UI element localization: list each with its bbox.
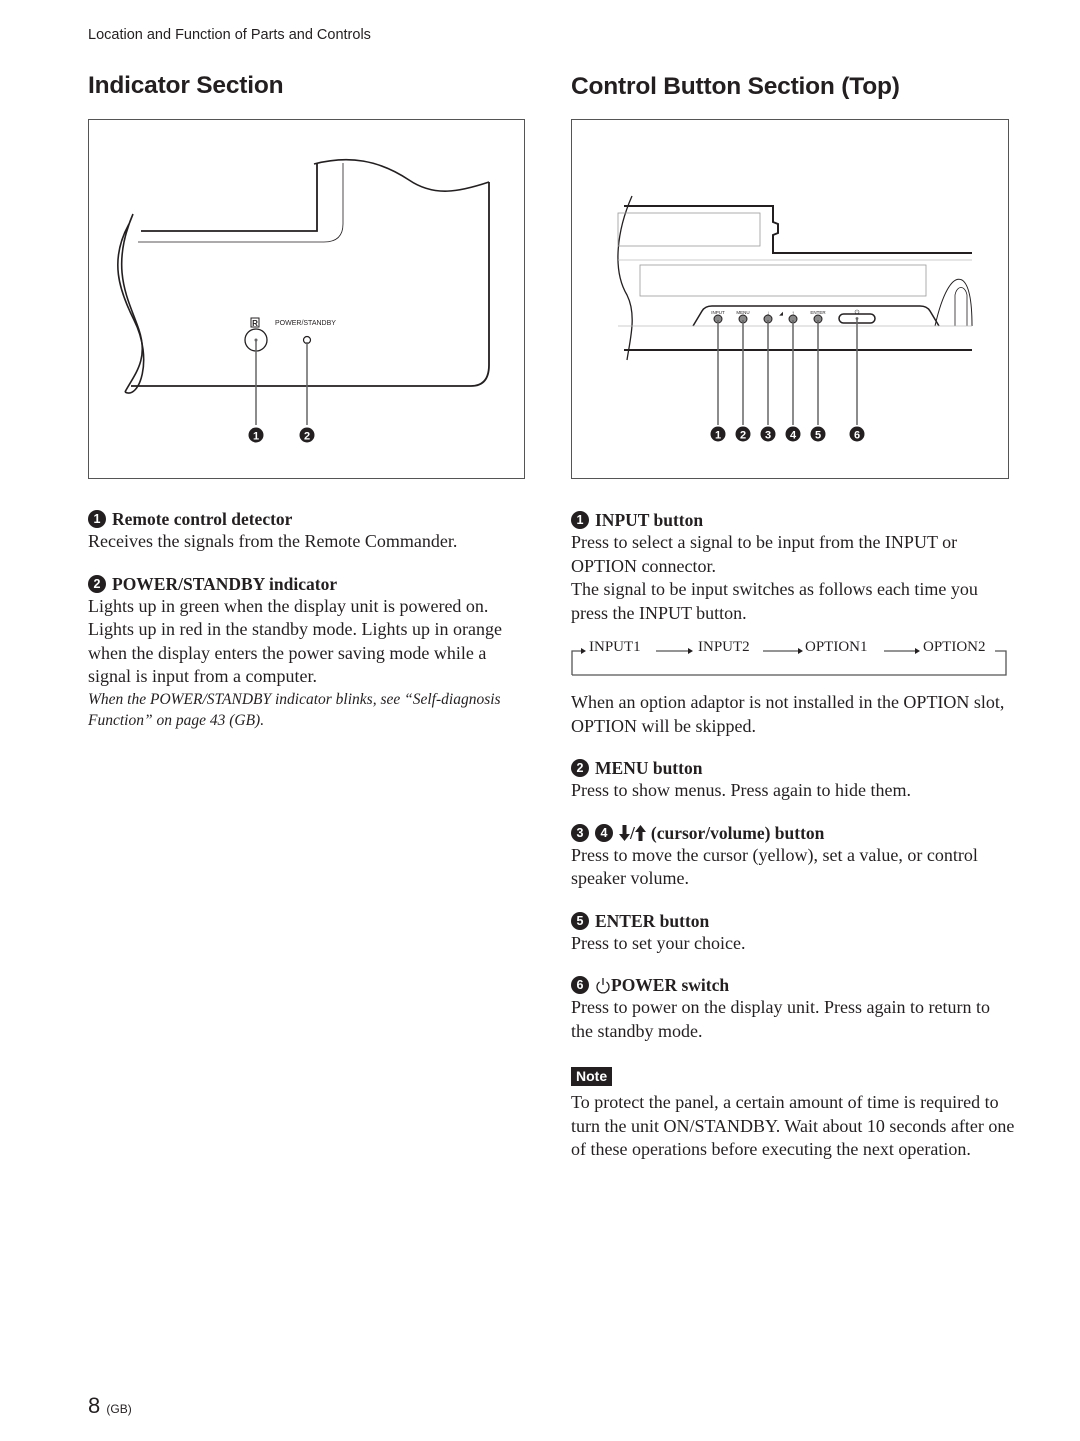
item-power-standby-indicator: 2 POWER/STANDBY indicator Lights up in g… [88, 573, 528, 731]
cycle-return-line [571, 650, 581, 675]
number-badge-icon: 6 [571, 976, 589, 994]
callout-6-label: 6 [854, 430, 860, 442]
item-note-link[interactable]: When the POWER/STANDBY indicator blinks,… [88, 689, 528, 731]
remote-symbol-icon: R [252, 319, 258, 328]
number-badge-icon: 1 [571, 511, 589, 529]
page-region: (GB) [106, 1402, 132, 1416]
item-title: POWER/STANDBY indicator [112, 573, 338, 594]
cycle-arrowhead-icon [581, 648, 586, 654]
item-heading: 3 4 / (cursor/volume) button [571, 822, 1016, 844]
flow-arrowhead-2-icon [798, 648, 803, 654]
up-arrow-icon [634, 824, 646, 841]
panel-wavy-left-edge [617, 195, 633, 361]
panel-display-strip [639, 264, 927, 297]
body-wavy-top-edge [313, 158, 490, 192]
item-cursor-volume-button: 3 4 / (cursor/volume) button Press to mo… [571, 822, 1016, 891]
item-input-button: 1 INPUT button Press to select a signal … [571, 509, 1016, 738]
item-title: ENTER button [595, 910, 710, 931]
note-block: Note To protect the panel, a certain amo… [571, 1067, 1016, 1162]
number-badge-icon: 2 [571, 759, 589, 777]
item-description: Receives the signals from the Remote Com… [88, 531, 458, 551]
running-head: Location and Function of Parts and Contr… [88, 27, 371, 43]
indicator-items: 1 Remote control detector Receives the s… [88, 508, 528, 750]
input-figure-label: INPUT [711, 310, 725, 315]
power-icon [596, 977, 610, 993]
item-power-switch: 6 POWER switch Press to power on the dis… [571, 974, 1016, 1043]
item-description-3: When an option adaptor is not installed … [571, 692, 1005, 736]
callout-1-label: 1 [715, 430, 721, 442]
power-standby-figure-label: POWER/STANDBY [275, 320, 336, 327]
item-description: Press to move the cursor (yellow), set a… [571, 844, 978, 889]
item-heading: 6 POWER switch [571, 974, 1016, 996]
item-heading: 2 POWER/STANDBY indicator [88, 573, 528, 595]
flow-step-option1: OPTION1 [805, 639, 868, 655]
callout-2-label: 2 [304, 431, 310, 443]
control-button-items: 1 INPUT button Press to select a signal … [571, 509, 1016, 1162]
indicator-section-figure: R POWER/STANDBY 1 2 [88, 119, 525, 479]
flow-arrowhead-3-icon [915, 648, 920, 654]
item-description: Press to set your choice. [571, 932, 746, 953]
item-enter-button: 5 ENTER button Press to set your choice. [571, 910, 1016, 956]
item-title: Remote control detector [112, 509, 293, 529]
flow-step-input2: INPUT2 [698, 639, 750, 655]
number-badge-icon: 2 [88, 574, 106, 593]
speaker-inner-shape [954, 287, 968, 326]
indicator-diagram: R POWER/STANDBY 1 2 [117, 158, 490, 443]
note-text: To protect the panel, a certain amount o… [571, 1092, 1015, 1159]
callout-2-label: 2 [740, 430, 746, 442]
menu-figure-label: MENU [736, 310, 749, 315]
note-badge: Note [571, 1067, 613, 1086]
body-bottom-right-edge [131, 182, 490, 387]
callout-5-label: 5 [815, 430, 821, 442]
item-description: Press to select a signal to be input fro… [571, 532, 958, 576]
item-heading: 1 Remote control detector [88, 508, 528, 530]
number-badge-icon: 1 [88, 510, 106, 528]
item-title: (cursor/volume) button [650, 822, 825, 843]
body-top-edge [141, 163, 318, 232]
item-description: Press to power on the display unit. Pres… [571, 997, 990, 1041]
body-wavy-left-outline [120, 213, 144, 393]
volume-figure-icon: ◢ [779, 311, 783, 317]
item-description: Press to show menus. Press again to hide… [571, 780, 911, 800]
number-badge-icon: 5 [571, 911, 589, 930]
flow-step-option2: OPTION2 [923, 639, 986, 655]
flow-arrowhead-1-icon [688, 648, 693, 654]
page-number-value: 8 [88, 1393, 101, 1418]
control-panel-diagram: INPUT MENU ↓ ◢ ↑ ENTER ⏻ 1 2 3 4 5 6 [617, 195, 973, 442]
down-arrow-icon [619, 824, 630, 841]
indicator-section-title: Indicator Section [88, 72, 284, 99]
number-badge-icon: 4 [595, 823, 613, 842]
control-button-section-title: Control Button Section (Top) [571, 73, 900, 100]
item-title: MENU button [595, 758, 703, 778]
enter-figure-label: ENTER [810, 310, 826, 315]
callout-1-label: 1 [253, 431, 259, 443]
item-title: INPUT button [595, 510, 704, 530]
item-remote-control-detector: 1 Remote control detector Receives the s… [88, 508, 528, 554]
number-badge-icon: 3 [571, 823, 589, 842]
item-menu-button: 2 MENU button Press to show menus. Press… [571, 757, 1016, 803]
control-button-section-figure: INPUT MENU ↓ ◢ ↑ ENTER ⏻ 1 2 3 4 5 6 [571, 119, 1009, 479]
input-cycle-diagram: INPUT1 INPUT2 OPTION1 OPTION2 [571, 639, 1008, 677]
item-heading: 5 ENTER button [571, 910, 1016, 932]
callout-4-label: 4 [790, 430, 797, 442]
callout-3-label: 3 [765, 430, 771, 442]
page-number: 8 (GB) [88, 1393, 132, 1419]
speaker-shape [934, 278, 973, 327]
item-heading: 1 INPUT button [571, 509, 1016, 531]
item-description: Lights up in green when the display unit… [88, 595, 502, 687]
item-heading: 2 MENU button [571, 757, 1016, 779]
flow-step-input1: INPUT1 [589, 639, 641, 655]
item-title: POWER switch [611, 975, 730, 995]
panel-top-slot [617, 212, 761, 247]
item-description-2: The signal to be input switches as follo… [571, 579, 978, 623]
